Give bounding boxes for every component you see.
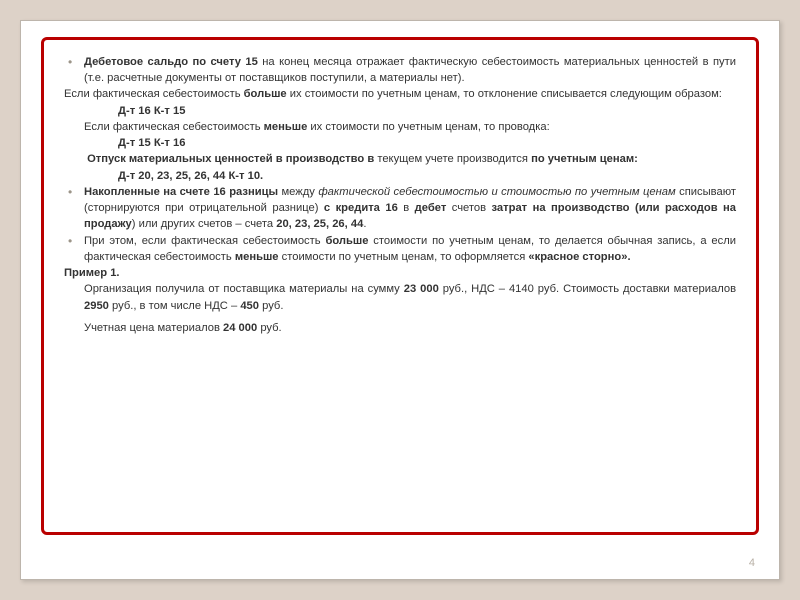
para-3: Если фактическая себестоимость меньше их… bbox=[64, 119, 736, 135]
entry-2: Д-т 15 К-т 16 bbox=[64, 135, 736, 151]
bullet-2: Накопленные на счете 16 разницы между фа… bbox=[64, 184, 736, 233]
t: 20, 23, 25, 26, 44 bbox=[276, 218, 363, 230]
content-frame: Дебетовое сальдо по счету 15 на конец ме… bbox=[41, 37, 759, 535]
t: Накопленные на счете 16 разницы bbox=[84, 186, 278, 198]
page-number: 4 bbox=[749, 557, 755, 569]
t: Организация получила от поставщика матер… bbox=[84, 283, 404, 295]
t: текущем учете производится bbox=[374, 153, 531, 165]
slide-page: Дебетовое сальдо по счету 15 на конец ме… bbox=[20, 20, 780, 580]
t: Если фактическая себестоимость bbox=[64, 88, 244, 100]
t: с кредита 16 bbox=[324, 202, 398, 214]
t: Д-т 15 К-т 16 bbox=[118, 137, 185, 149]
t: Отпуск материальных ценностей в производ… bbox=[87, 153, 374, 165]
example-p2: Учетная цена материалов 24 000 руб. bbox=[64, 320, 736, 336]
t: руб., в том числе НДС – bbox=[109, 300, 240, 312]
t: 24 000 bbox=[223, 322, 257, 334]
entry-1: Д-т 16 К-т 15 bbox=[64, 103, 736, 119]
t: Д-т 16 К-т 15 bbox=[118, 105, 185, 117]
t: Пример 1. bbox=[64, 267, 120, 279]
t: между bbox=[278, 186, 318, 198]
t: 2950 bbox=[84, 300, 109, 312]
t: руб. bbox=[257, 322, 281, 334]
t: по учетным ценам: bbox=[531, 153, 638, 165]
t: 450 bbox=[240, 300, 259, 312]
t: Если фактическая себестоимость bbox=[84, 121, 264, 133]
t: меньше bbox=[264, 121, 308, 133]
t: в bbox=[398, 202, 415, 214]
t: меньше bbox=[235, 251, 279, 263]
t: дебет bbox=[415, 202, 447, 214]
example-heading: Пример 1. bbox=[64, 265, 736, 281]
t: «красное сторно». bbox=[528, 251, 630, 263]
bullet-1: Дебетовое сальдо по счету 15 на конец ме… bbox=[64, 54, 736, 86]
t: ) или других счетов – счета bbox=[132, 218, 276, 230]
t: . bbox=[363, 218, 366, 230]
entry-3: Д-т 20, 23, 25, 26, 44 К-т 10. bbox=[64, 168, 736, 184]
example-p1: Организация получила от поставщика матер… bbox=[64, 281, 736, 313]
t: больше bbox=[325, 235, 368, 247]
bullet-3: При этом, если фактическая себестоимость… bbox=[64, 233, 736, 265]
para-2: Если фактическая себестоимость больше их… bbox=[64, 86, 736, 102]
t: счетов bbox=[446, 202, 491, 214]
t: фактической себестоимостью и стоимостью … bbox=[318, 186, 675, 198]
t: Учетная цена материалов bbox=[84, 322, 223, 334]
t: их стоимости по учетным ценам, то провод… bbox=[307, 121, 549, 133]
text-content: Дебетовое сальдо по счету 15 на конец ме… bbox=[64, 54, 736, 336]
t: При этом, если фактическая себестоимость bbox=[84, 235, 325, 247]
t: руб., НДС – 4140 руб. Стоимость доставки… bbox=[439, 283, 736, 295]
t: стоимости по учетным ценам, то оформляет… bbox=[279, 251, 529, 263]
t: больше bbox=[244, 88, 287, 100]
t: их стоимости по учетным ценам, то отклон… bbox=[287, 88, 722, 100]
t: руб. bbox=[259, 300, 283, 312]
t: Дебетовое сальдо по счету 15 bbox=[84, 56, 258, 68]
t: Д-т 20, 23, 25, 26, 44 К-т 10. bbox=[118, 170, 263, 182]
t: 23 000 bbox=[404, 283, 439, 295]
para-4: Отпуск материальных ценностей в производ… bbox=[64, 151, 736, 167]
